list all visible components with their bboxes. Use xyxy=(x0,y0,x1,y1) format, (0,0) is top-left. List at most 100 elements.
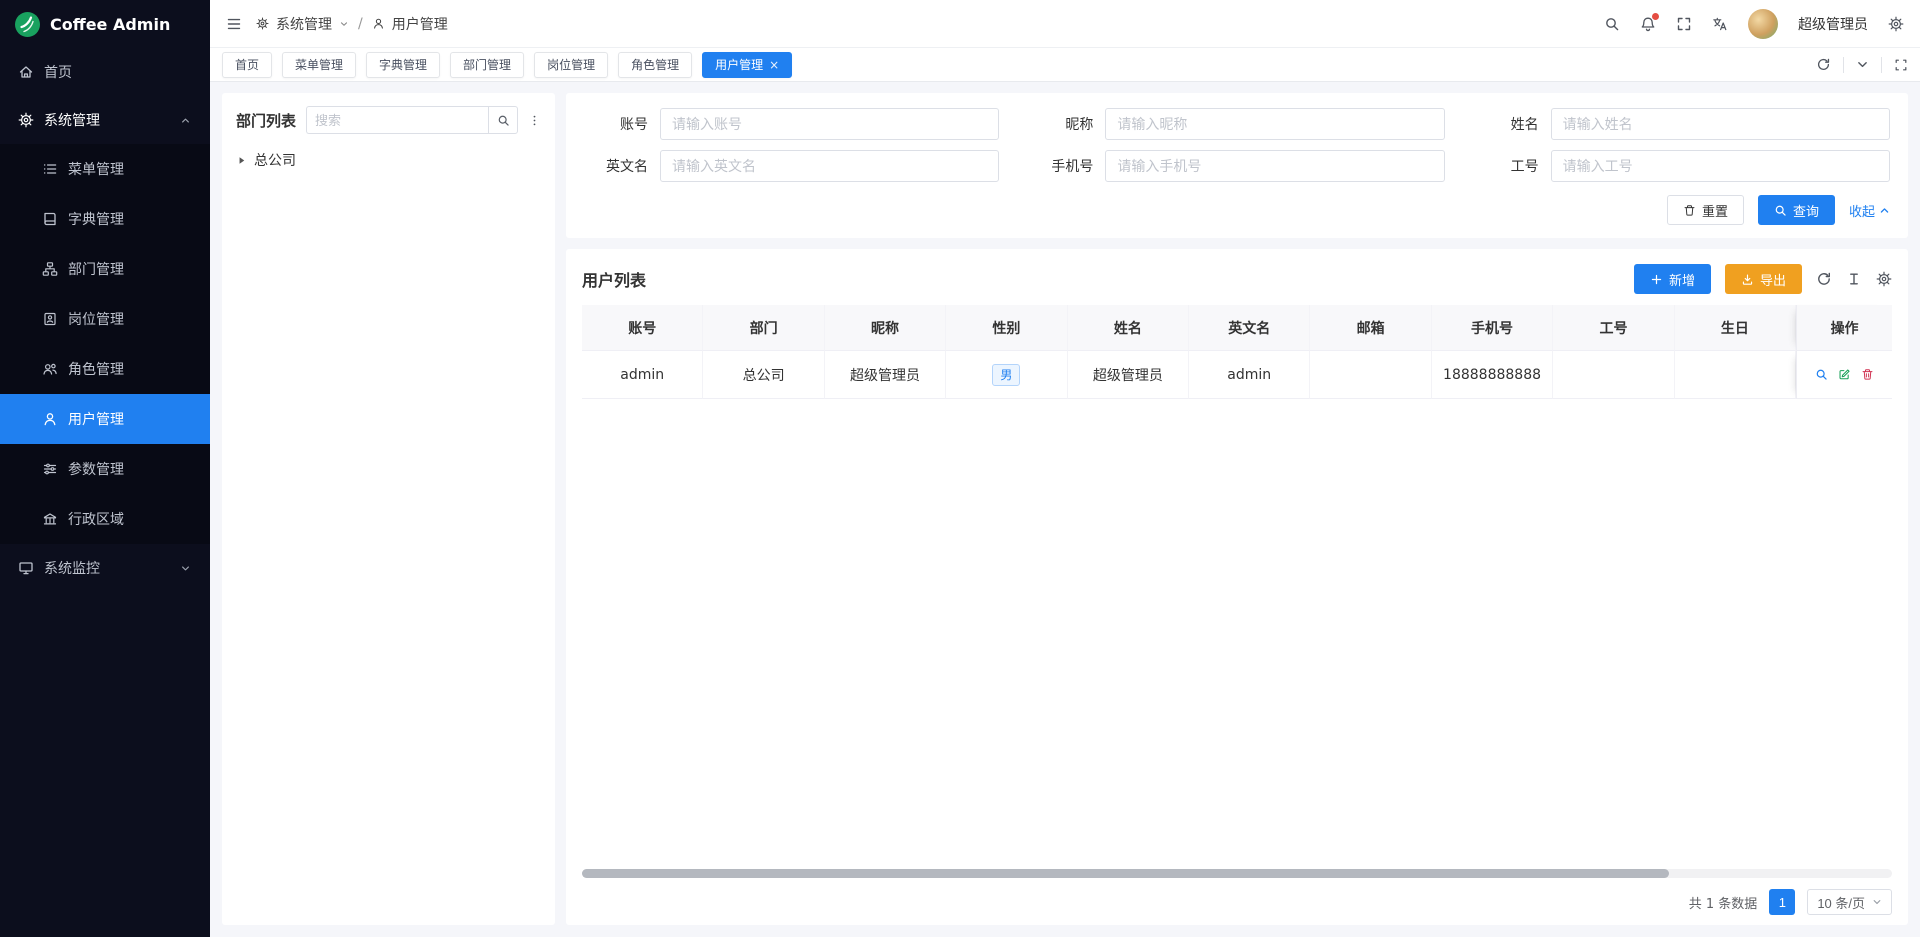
field-job-number: 工号 xyxy=(1475,150,1890,182)
department-more-button[interactable] xyxy=(528,114,541,127)
sidebar-item-label: 系统监控 xyxy=(44,558,100,578)
cell-email xyxy=(1310,351,1431,399)
phone-input[interactable] xyxy=(1105,150,1444,182)
cell-gender: 男 xyxy=(946,351,1067,399)
tab-strip: 首页 菜单管理 字典管理 部门管理 岗位管理 角色管理 用户管理 × xyxy=(210,48,1920,82)
sidebar-item-label: 首页 xyxy=(44,62,72,82)
dictionary-icon xyxy=(42,211,58,227)
content-fullscreen-button[interactable] xyxy=(1894,58,1908,72)
english-name-input[interactable] xyxy=(660,150,999,182)
tab-department-management[interactable]: 部门管理 xyxy=(450,52,524,78)
sidebar-item-label: 岗位管理 xyxy=(68,309,124,329)
gear-icon xyxy=(1876,271,1892,287)
user-list-title: 用户列表 xyxy=(582,267,646,291)
sidebar-collapse-button[interactable] xyxy=(226,16,242,32)
fullscreen-icon xyxy=(1676,16,1692,32)
collapse-filters-button[interactable]: 收起 xyxy=(1849,201,1890,220)
sidebar-item-dictionary-management[interactable]: 字典管理 xyxy=(0,194,210,244)
row-height-button[interactable] xyxy=(1846,271,1862,287)
sidebar-item-role-management[interactable]: 角色管理 xyxy=(0,344,210,394)
sidebar-item-home[interactable]: 首页 xyxy=(0,48,210,96)
edit-icon xyxy=(1838,368,1851,381)
translate-button[interactable] xyxy=(1712,16,1728,32)
user-icon xyxy=(42,411,58,427)
reset-button[interactable]: 重置 xyxy=(1667,195,1744,225)
column-header-email: 邮箱 xyxy=(1310,305,1431,351)
scrollbar-thumb[interactable] xyxy=(582,869,1669,878)
sidebar-item-user-management[interactable]: 用户管理 xyxy=(0,394,210,444)
sidebar-item-system-monitor[interactable]: 系统监控 xyxy=(0,544,210,592)
column-header-phone: 手机号 xyxy=(1432,305,1553,351)
tab-post-management[interactable]: 岗位管理 xyxy=(534,52,608,78)
export-button[interactable]: 导出 xyxy=(1725,264,1802,294)
breadcrumb-separator: / xyxy=(358,16,363,32)
user-avatar[interactable] xyxy=(1748,9,1778,39)
department-search-input[interactable] xyxy=(306,106,488,134)
tab-user-management[interactable]: 用户管理 × xyxy=(702,52,792,78)
add-user-button[interactable]: 新增 xyxy=(1634,264,1711,294)
name-input[interactable] xyxy=(1551,108,1890,140)
refresh-page-button[interactable] xyxy=(1816,57,1831,72)
global-search-button[interactable] xyxy=(1604,16,1620,32)
breadcrumb-level1[interactable]: 系统管理 xyxy=(276,14,332,34)
sidebar-item-params-management[interactable]: 参数管理 xyxy=(0,444,210,494)
field-label: 工号 xyxy=(1475,156,1539,176)
app-root: Coffee Admin 首页 系统管理 xyxy=(0,0,1920,937)
department-panel-title: 部门列表 xyxy=(236,110,296,131)
field-name: 姓名 xyxy=(1475,108,1890,140)
gear-icon xyxy=(256,17,269,30)
tab-label: 菜单管理 xyxy=(295,56,343,73)
chevron-down-icon xyxy=(339,19,349,29)
delete-row-button[interactable] xyxy=(1856,368,1879,381)
department-search-button[interactable] xyxy=(488,106,518,134)
field-account: 账号 xyxy=(584,108,999,140)
breadcrumb-level2: 用户管理 xyxy=(392,14,448,34)
tab-menu-management[interactable]: 菜单管理 xyxy=(282,52,356,78)
tab-home[interactable]: 首页 xyxy=(222,52,272,78)
search-filter-card: 账号 昵称 姓名 英文名 xyxy=(566,93,1908,238)
tab-label: 首页 xyxy=(235,56,259,73)
sidebar: Coffee Admin 首页 系统管理 xyxy=(0,0,210,937)
sidebar-item-system-management[interactable]: 系统管理 xyxy=(0,96,210,144)
fullscreen-button[interactable] xyxy=(1676,16,1692,32)
column-settings-button[interactable] xyxy=(1876,271,1892,287)
field-label: 姓名 xyxy=(1475,114,1539,134)
edit-row-button[interactable] xyxy=(1833,368,1856,381)
view-row-button[interactable] xyxy=(1810,368,1833,381)
sidebar-item-menu-management[interactable]: 菜单管理 xyxy=(0,144,210,194)
settings-button[interactable] xyxy=(1888,16,1904,32)
page-size-select[interactable]: 10 条/页 xyxy=(1807,889,1892,915)
app-name: Coffee Admin xyxy=(50,15,170,34)
sidebar-item-label: 用户管理 xyxy=(68,409,124,429)
sidebar-item-post-management[interactable]: 岗位管理 xyxy=(0,294,210,344)
caret-right-icon xyxy=(236,155,247,166)
tab-actions-dropdown-button[interactable] xyxy=(1856,58,1869,71)
main-area: 系统管理 / 用户管理 xyxy=(210,0,1920,937)
cell-actions xyxy=(1796,351,1892,399)
column-header-account: 账号 xyxy=(582,305,703,351)
field-label: 昵称 xyxy=(1029,114,1093,134)
query-button[interactable]: 查询 xyxy=(1758,195,1835,225)
column-header-actions: 操作 xyxy=(1796,305,1892,351)
notifications-button[interactable] xyxy=(1640,16,1656,32)
job-number-input[interactable] xyxy=(1551,150,1890,182)
scrollbar-track xyxy=(582,869,1892,878)
tab-dictionary-management[interactable]: 字典管理 xyxy=(366,52,440,78)
nickname-input[interactable] xyxy=(1105,108,1444,140)
tab-close-icon[interactable]: × xyxy=(769,59,779,71)
gender-tag: 男 xyxy=(992,364,1020,386)
sidebar-item-admin-region[interactable]: 行政区域 xyxy=(0,494,210,544)
tab-label: 岗位管理 xyxy=(547,56,595,73)
current-user-name[interactable]: 超级管理员 xyxy=(1798,14,1868,34)
refresh-table-button[interactable] xyxy=(1816,271,1832,287)
department-panel-header: 部门列表 xyxy=(236,106,541,134)
account-input[interactable] xyxy=(660,108,999,140)
sidebar-item-department-management[interactable]: 部门管理 xyxy=(0,244,210,294)
search-icon xyxy=(1604,16,1620,32)
sidebar-item-label: 菜单管理 xyxy=(68,159,124,179)
chevron-down-icon xyxy=(1872,897,1882,907)
tree-item-head-office[interactable]: 总公司 xyxy=(236,146,541,174)
right-column: 账号 昵称 姓名 英文名 xyxy=(566,93,1908,925)
tab-role-management[interactable]: 角色管理 xyxy=(618,52,692,78)
page-1-button[interactable]: 1 xyxy=(1769,889,1795,915)
